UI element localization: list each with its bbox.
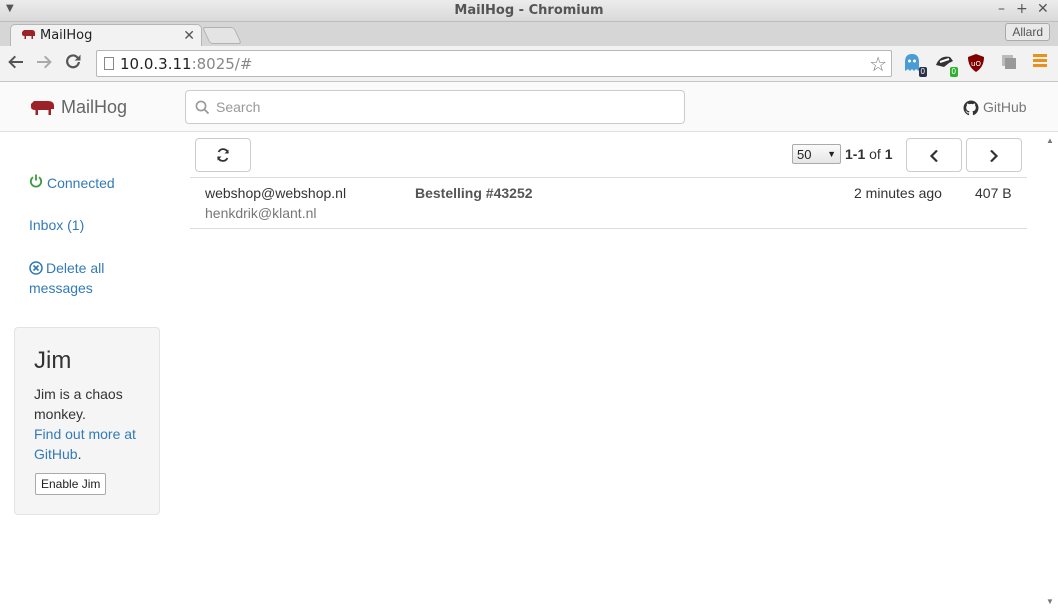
page-scrollbar[interactable]: ▲ ▼: [1043, 132, 1058, 608]
window-title: MailHog - Chromium: [454, 3, 604, 18]
ghostery-extension-icon[interactable]: 0: [903, 53, 927, 77]
jim-description-block: Jim is a chaos monkey. Find out more at …: [34, 384, 149, 464]
tab-close-icon[interactable]: ✕: [183, 27, 195, 44]
jim-github-link[interactable]: Find out more at GitHub: [34, 426, 136, 462]
tab-strip: MailHog ✕ Allard: [0, 22, 1058, 46]
privacy-badger-icon[interactable]: 0: [934, 53, 958, 77]
jim-panel: Jim Jim is a chaos monkey. Find out more…: [14, 327, 160, 515]
list-bottom-divider: [190, 228, 1027, 229]
page-range: 1-1: [845, 146, 866, 162]
search-input[interactable]: [216, 97, 666, 117]
page-total: 1: [884, 146, 893, 162]
bookmark-star-icon[interactable]: ☆: [869, 52, 887, 77]
message-time: 2 minutes ago: [854, 185, 942, 201]
github-icon: [963, 100, 979, 116]
connected-label: Connected: [47, 175, 115, 191]
scroll-up-icon[interactable]: ▲: [1046, 136, 1054, 145]
search-icon: [195, 100, 210, 115]
scroll-down-icon[interactable]: ▼: [1046, 597, 1054, 606]
power-icon: [29, 174, 43, 188]
new-tab-button[interactable]: [202, 27, 242, 44]
maximize-icon[interactable]: +: [1016, 1, 1028, 17]
badger-badge: 0: [949, 67, 958, 77]
message-subject: Bestelling #43252: [415, 185, 533, 201]
profile-button[interactable]: Allard: [1005, 23, 1050, 41]
reload-icon[interactable]: [65, 54, 81, 73]
ublock-icon[interactable]: uO: [967, 53, 987, 73]
message-to: henkdrik@klant.nl: [205, 205, 317, 221]
mailhog-logo-icon: [31, 101, 54, 115]
refresh-button[interactable]: [195, 138, 251, 172]
tab-label: MailHog: [40, 28, 93, 43]
search-box[interactable]: [185, 90, 685, 124]
page-size-value: 50: [797, 147, 812, 162]
svg-text:uO: uO: [971, 60, 981, 68]
delete-all-link[interactable]: Delete all messages: [29, 258, 139, 298]
inbox-link[interactable]: Inbox (1): [29, 217, 84, 233]
ghostery-badge: 0: [918, 67, 927, 77]
url-text[interactable]: 10.0.3.11:8025/#: [120, 55, 252, 73]
jim-description: Jim is a chaos monkey.: [34, 386, 123, 422]
message-size: 407 B: [975, 185, 1012, 201]
refresh-icon: [217, 148, 229, 162]
browser-toolbar: 10.0.3.11:8025/# ☆ 0 0 uO: [0, 46, 1058, 82]
extension-puzzle-icon[interactable]: [999, 53, 1019, 73]
forward-icon[interactable]: [36, 54, 52, 73]
chevron-left-icon: [929, 149, 938, 163]
jim-title: Jim: [34, 347, 72, 374]
tab-mailhog[interactable]: MailHog ✕: [10, 24, 202, 46]
page-of-label: of: [869, 146, 881, 162]
github-label: GitHub: [983, 99, 1027, 115]
window-titlebar: ▼ MailHog - Chromium – + ✕: [0, 0, 1058, 22]
page-icon: [104, 57, 114, 70]
enable-jim-button[interactable]: Enable Jim: [35, 473, 107, 495]
pagination-info: 1-1 of 1: [845, 146, 893, 162]
page-size-select[interactable]: 50 ▼: [792, 144, 841, 164]
next-page-button[interactable]: [966, 138, 1022, 172]
back-icon[interactable]: [8, 54, 24, 73]
message-from: webshop@webshop.nl: [205, 185, 347, 201]
close-window-icon[interactable]: ✕: [1037, 1, 1049, 17]
mailhog-favicon-icon: [22, 30, 35, 39]
delete-circle-icon: [29, 261, 43, 275]
chevron-down-icon: ▼: [827, 149, 836, 159]
chrome-menu-icon[interactable]: [1033, 54, 1047, 70]
brand-text: MailHog: [61, 97, 128, 117]
mailhog-navbar: MailHog GitHub: [0, 82, 1058, 132]
previous-page-button[interactable]: [906, 138, 962, 172]
message-row[interactable]: webshop@webshop.nl henkdrik@klant.nl Bes…: [190, 178, 1027, 228]
chevron-right-icon: [990, 149, 999, 163]
jim-link-suffix: .: [77, 446, 82, 462]
minimize-icon[interactable]: –: [998, 1, 1005, 17]
address-bar[interactable]: 10.0.3.11:8025/# ☆: [96, 50, 892, 77]
